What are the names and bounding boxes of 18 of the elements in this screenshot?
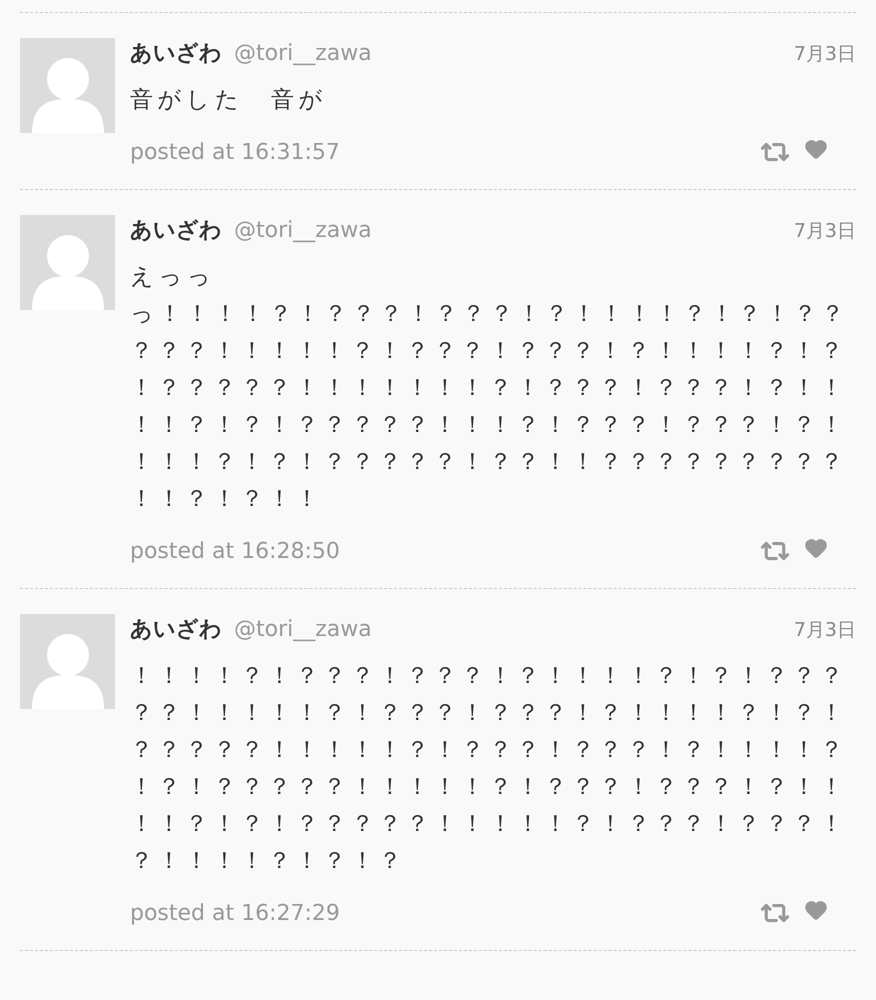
- post-date: 7月3日: [794, 42, 856, 67]
- posted-time: posted at 16:31:57: [130, 140, 340, 164]
- heart-icon[interactable]: [804, 137, 828, 161]
- user-handle: @tori__zawa: [234, 617, 372, 642]
- posted-time: posted at 16:28:50: [130, 538, 340, 564]
- post-date: 7月3日: [794, 219, 856, 244]
- user-handle: @tori__zawa: [234, 218, 372, 243]
- user-name: あいざわ: [130, 40, 222, 68]
- heart-icon[interactable]: [804, 536, 828, 560]
- post-date: 7月3日: [794, 618, 856, 643]
- posted-time: posted at 16:27:29: [130, 900, 340, 926]
- post-text: えっっ っ！！！！？！？？？！？？？！？！！！！？！？！？？ ？？？！！！！！？！？？？！？？？！？！！！！？！？ ！？？？？？！！！！！！！？！？？？！？？？！？！！ ！！？！？！？？？？？！！！？！？？？！？？？！？！ ！！！？！？！？？？？？！？？！！？？？？？？？？？ ！！？！？！！: [130, 263, 850, 514]
- heart-icon[interactable]: [804, 898, 828, 922]
- post-text: 音がした 音が: [130, 86, 328, 115]
- user-name: あいざわ: [130, 616, 222, 644]
- post-text: ！！！！？！？？？！？？？！？！！！！？！？！？？？ ？？！！！！！？！？？？！？？？！？！！！！？！？！ ？？？？？！！！！！？！？？？！？？？！？！！！！？ ！？！？？？？？！！！！！？！？？？！？？？！？！！ ！！？！？！？？？？？！！！！！？！？？？！？？？！ ？！！！！？！？！？: [130, 662, 849, 876]
- user-handle: @tori__zawa: [234, 41, 372, 66]
- user-name: あいざわ: [130, 217, 222, 245]
